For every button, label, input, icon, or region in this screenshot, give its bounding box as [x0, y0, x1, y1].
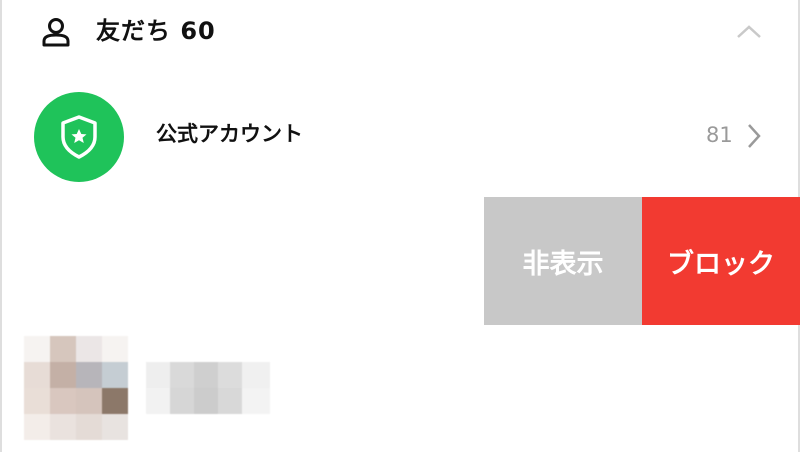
pixelated-name — [146, 362, 270, 414]
official-accounts-count: 81 — [706, 123, 733, 147]
chevron-up-icon[interactable] — [734, 22, 764, 42]
friends-section-header[interactable]: 友だち 60 — [0, 0, 800, 66]
friend-list-item[interactable] — [0, 336, 800, 446]
friends-section-title: 友だち 60 — [96, 17, 216, 45]
shield-star-icon — [61, 115, 97, 159]
block-button[interactable]: ブロック — [642, 197, 800, 325]
pixelated-avatar — [24, 336, 128, 440]
official-account-avatar — [34, 92, 124, 182]
official-accounts-row[interactable]: 公式アカウント 81 — [0, 88, 800, 184]
person-outline-icon — [42, 18, 70, 47]
swipe-actions: 非表示 ブロック — [484, 197, 800, 325]
hide-button[interactable]: 非表示 — [484, 197, 642, 325]
chevron-right-icon — [748, 124, 761, 148]
official-accounts-label: 公式アカウント — [156, 122, 303, 146]
